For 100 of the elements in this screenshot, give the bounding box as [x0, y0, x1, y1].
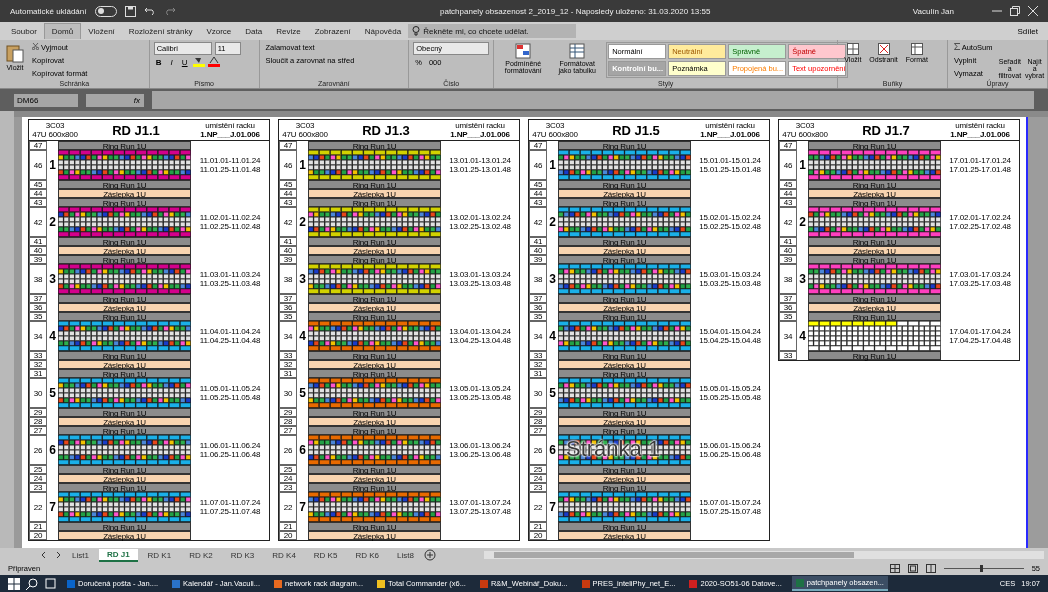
ribbon-tab[interactable]: Domů: [43, 23, 82, 39]
blank-panel-bar: Záslepka 1U: [558, 531, 691, 540]
unit-number: 40: [779, 246, 797, 255]
ribbon-tab[interactable]: Soubor: [4, 23, 44, 39]
sheet-tab[interactable]: RD K4: [264, 549, 304, 561]
unit-number: 31: [279, 369, 297, 378]
rack-size: 47U 600x800: [32, 130, 78, 139]
ribbon-tab[interactable]: Vzorce: [199, 23, 239, 39]
redo-icon[interactable]: [163, 6, 176, 16]
horizontal-scrollbar[interactable]: [484, 551, 1044, 559]
port-range: 13.06.25-13.06.48: [449, 450, 511, 459]
unit-number: 38: [529, 264, 547, 294]
unit-number: 22: [29, 492, 47, 522]
sheet-tab[interactable]: RD K5: [305, 549, 346, 561]
insert-function-button[interactable]: fx: [86, 93, 144, 107]
panel-number: 5: [548, 385, 557, 402]
unit-number: 33: [29, 351, 47, 360]
task-view-icon[interactable]: [44, 578, 57, 589]
unit-number: 32: [279, 360, 297, 369]
sheet-tab[interactable]: List8: [388, 549, 422, 561]
share-button[interactable]: Sdílet: [1011, 24, 1044, 38]
add-sheet-icon[interactable]: [423, 549, 436, 561]
close-icon[interactable]: [1028, 6, 1038, 16]
rack-code: 3C03: [545, 121, 565, 130]
ribbon-tab[interactable]: Zobrazení: [307, 23, 358, 39]
port-range: 13.02.25-13.02.48: [449, 222, 511, 231]
ribbon-tab[interactable]: Rozložení stránky: [121, 23, 200, 39]
ribbon-tab[interactable]: Data: [238, 23, 270, 39]
unit-number: 42: [279, 207, 297, 237]
save-icon[interactable]: [124, 5, 136, 17]
unit-number: 34: [779, 321, 797, 351]
unit-number: 28: [279, 417, 297, 426]
tell-me-field[interactable]: Řekněte mi, co chcete udělat.: [408, 24, 577, 38]
port-range: 17.01.01-17.01.24: [949, 156, 1011, 165]
unit-number: 43: [29, 198, 47, 207]
ribbon-tab[interactable]: Vložení: [81, 23, 122, 39]
unit-number: 35: [279, 312, 297, 321]
normal-view-icon[interactable]: [889, 564, 900, 573]
unit-number: 32: [529, 360, 547, 369]
sheet-tab[interactable]: RD K1: [139, 549, 180, 561]
panel-number: 7: [548, 499, 557, 516]
port-range: 13.01.01-13.01.24: [449, 156, 511, 165]
font-style-button[interactable]: B: [153, 57, 164, 67]
sheet-tab[interactable]: RD K2: [181, 549, 221, 561]
unit-number: 31: [29, 369, 47, 378]
sheet-tab[interactable]: RD K3: [222, 549, 263, 561]
unit-number: 21: [279, 522, 297, 531]
unit-number: 26: [529, 435, 547, 465]
port-range: 11.03.01-11.03.24: [199, 270, 261, 279]
unit-number: 38: [779, 264, 797, 294]
unit-number: 40: [29, 246, 47, 255]
unit-number: 24: [29, 474, 47, 483]
port-range: 11.06.01-11.06.24: [199, 441, 261, 450]
name-box[interactable]: DM66: [14, 93, 78, 107]
rack-size: 47U 600x800: [282, 130, 328, 139]
sheet-nav-icon[interactable]: [40, 551, 62, 559]
unit-number: 24: [279, 474, 297, 483]
location-label: umístění racku: [205, 121, 255, 130]
unit-number: 33: [529, 351, 547, 360]
port-range: 17.02.01-17.02.24: [949, 213, 1011, 222]
scissors-icon: [32, 43, 39, 50]
windows-logo-icon[interactable]: [8, 577, 20, 590]
panel-number: 5: [48, 385, 57, 402]
formula-input[interactable]: [152, 91, 1034, 109]
sheet-tab[interactable]: List1: [64, 549, 97, 561]
user-name[interactable]: Vaculín Jan: [912, 6, 954, 16]
port-range: 15.06.01-15.06.24: [699, 441, 761, 450]
panel-number: 2: [298, 214, 307, 231]
grid-icon: [877, 43, 890, 55]
ribbon-tab[interactable]: Revize: [269, 23, 308, 39]
port-range: 13.04.01-13.04.24: [449, 327, 511, 336]
ribbon-tab[interactable]: Nápověda: [357, 23, 409, 39]
location-value: 1.NP___J.01.006: [450, 130, 510, 139]
font-style-button[interactable]: U: [179, 57, 190, 67]
panel-number: 3: [798, 271, 807, 288]
restore-icon[interactable]: [1010, 6, 1020, 16]
font-color-icon[interactable]: [207, 57, 220, 67]
port-range: 11.04.01-11.04.24: [199, 327, 261, 336]
undo-icon[interactable]: [143, 6, 156, 16]
search-icon[interactable]: [26, 577, 38, 590]
sheet-tab[interactable]: RD K6: [347, 549, 387, 561]
location-value: 1.NP___J.01.006: [950, 130, 1010, 139]
rack-code: 3C03: [295, 121, 315, 130]
unit-number: 26: [279, 435, 297, 465]
fill-color-icon[interactable]: [192, 57, 205, 67]
port-range: 13.05.01-13.05.24: [449, 384, 511, 393]
page-break-view-icon[interactable]: [925, 564, 936, 573]
sheet-tab[interactable]: RD J1: [98, 548, 138, 562]
unit-number: 28: [29, 417, 47, 426]
font-style-button[interactable]: I: [166, 57, 177, 67]
unit-number: 30: [279, 378, 297, 408]
unit-number: 41: [29, 237, 47, 246]
unit-number: 35: [779, 312, 797, 321]
port-range: 15.04.01-15.04.24: [699, 327, 761, 336]
page-layout-icon[interactable]: [907, 564, 918, 573]
rack-code: 3C03: [45, 121, 65, 130]
port-range: 15.04.25-15.04.48: [699, 336, 761, 345]
unit-number: 40: [279, 246, 297, 255]
unit-number: 20: [529, 531, 547, 540]
unit-number: 45: [779, 180, 797, 189]
